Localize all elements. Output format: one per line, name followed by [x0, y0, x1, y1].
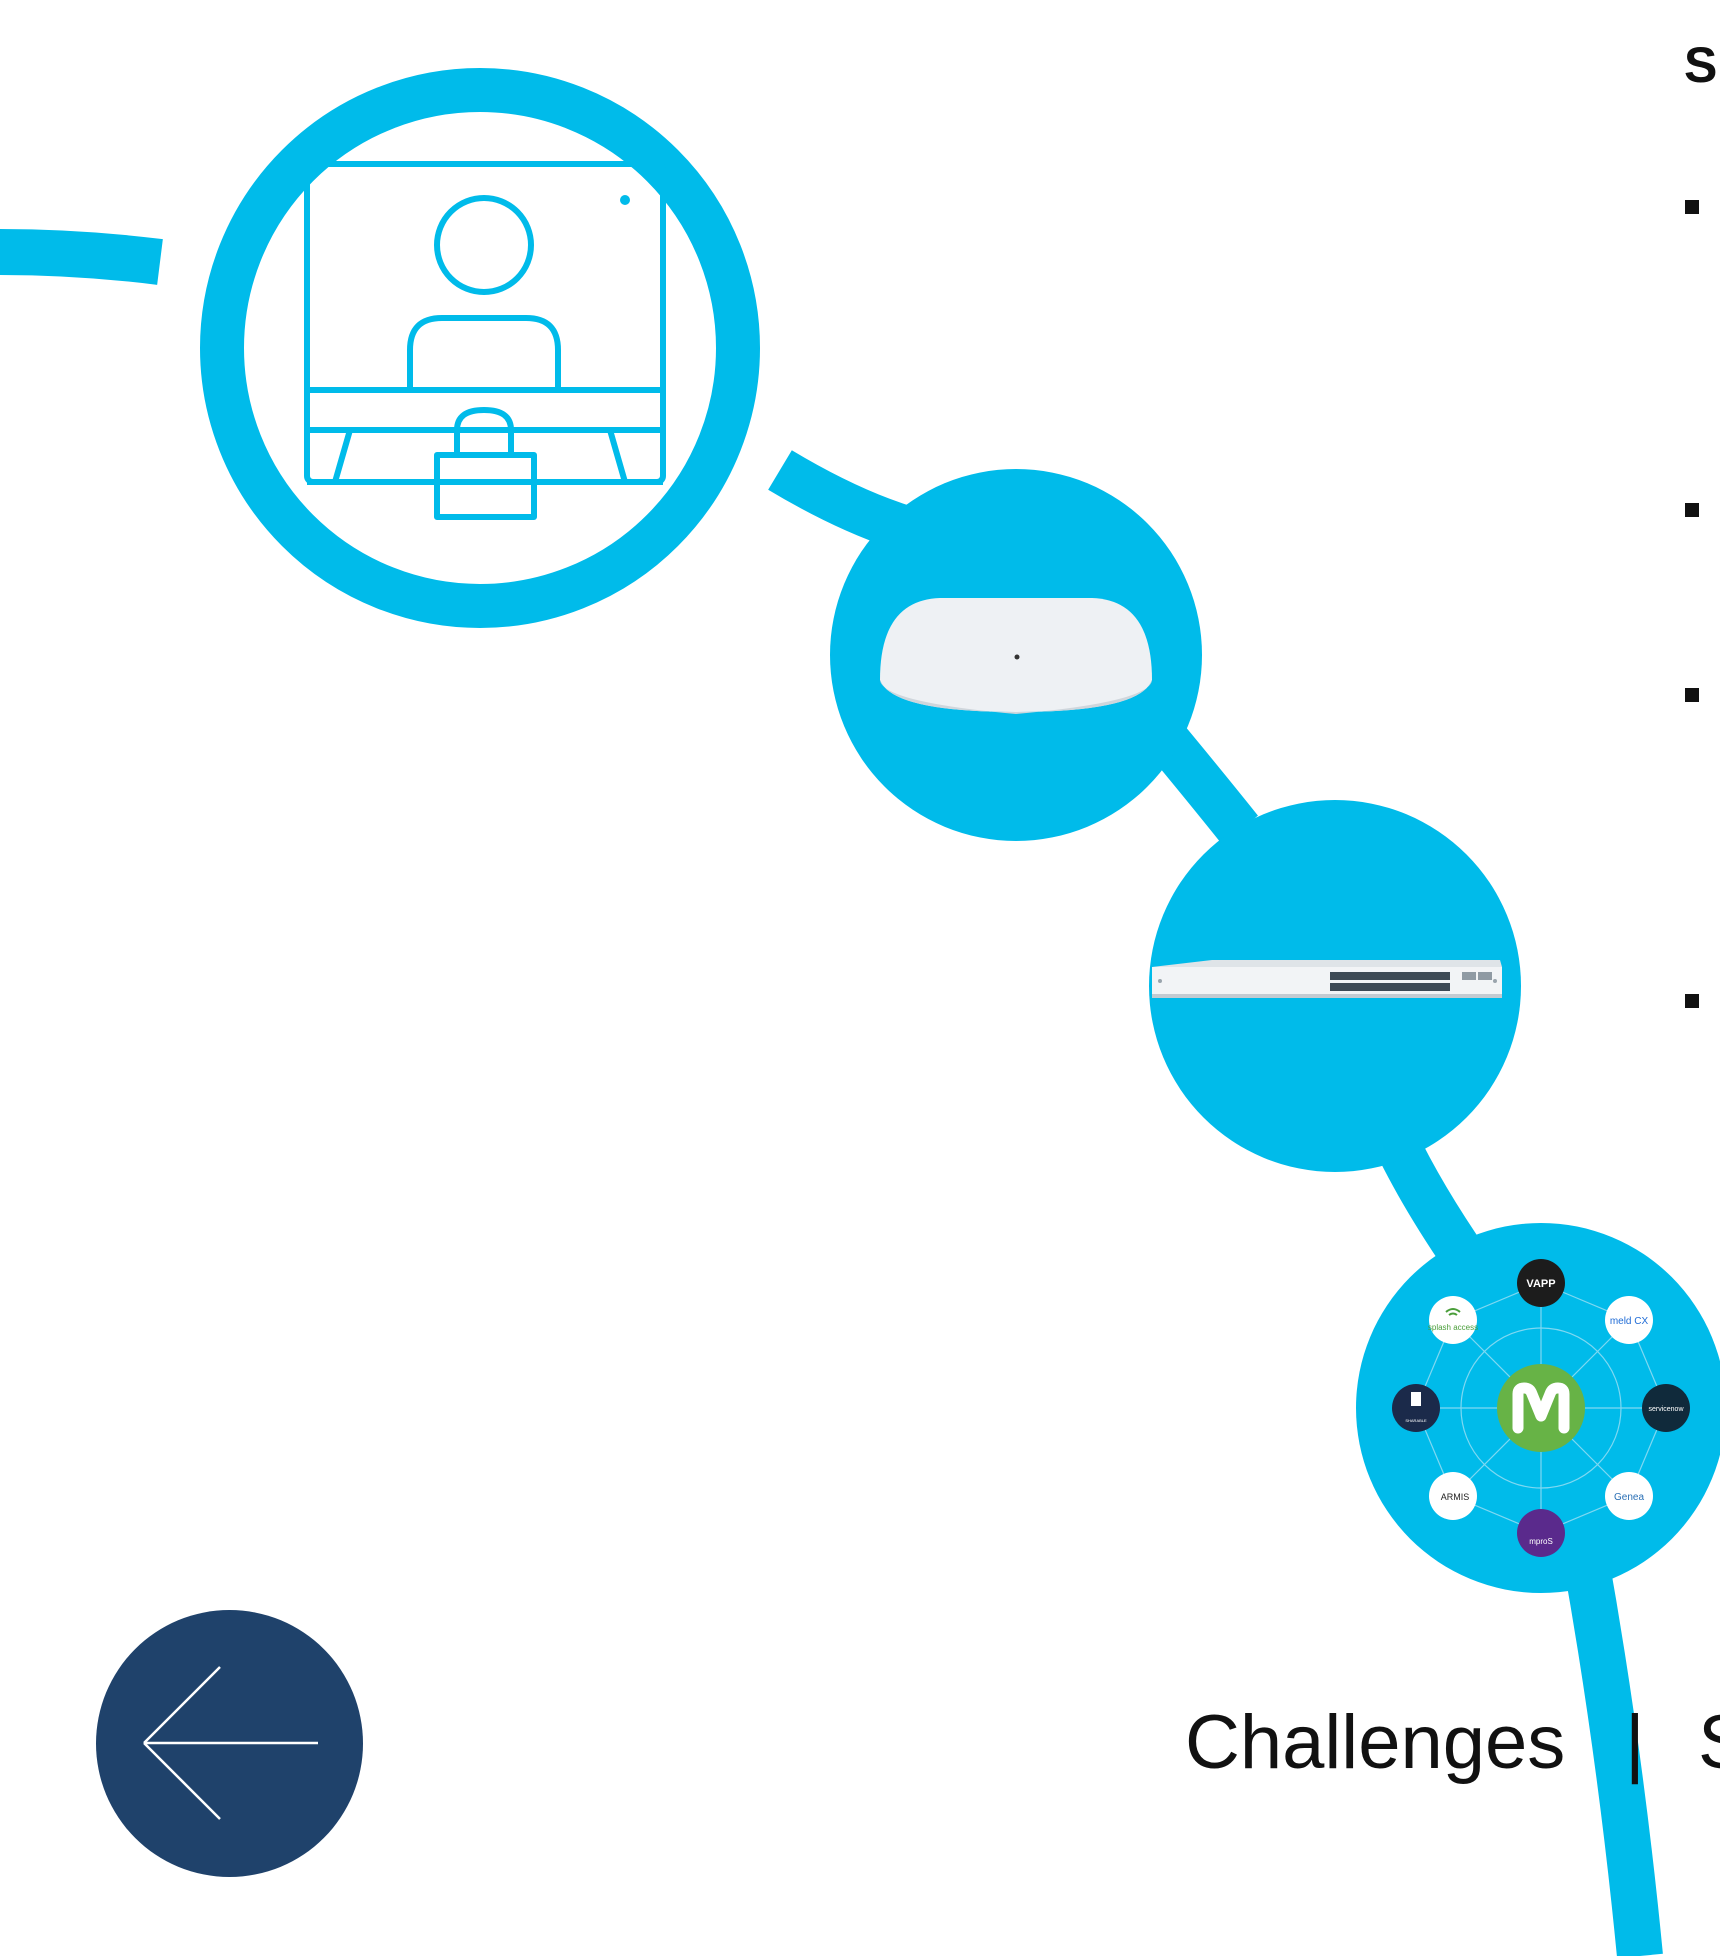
- back-button[interactable]: [96, 1610, 363, 1877]
- partner-label: VAPP: [1526, 1278, 1555, 1290]
- bullet-marker: [1685, 688, 1699, 702]
- partner-label: Genea: [1614, 1492, 1644, 1503]
- partner-label: meld CX: [1610, 1316, 1649, 1327]
- partner-label: mproS: [1529, 1537, 1553, 1546]
- partner-badge-meldcx: meld CX: [1605, 1296, 1653, 1344]
- nav-separator: |: [1625, 1700, 1645, 1785]
- partner-badge-genea: Genea: [1605, 1472, 1653, 1520]
- partner-badge-sharable: SHARABLE: [1392, 1384, 1440, 1432]
- partner-label: ARMIS: [1441, 1492, 1470, 1502]
- bullet-marker: [1685, 200, 1699, 214]
- partner-badge-armis: ARMIS: [1429, 1472, 1477, 1520]
- partner-label: splash access: [1428, 1323, 1478, 1332]
- partner-label: SHARABLE: [1405, 1418, 1427, 1423]
- wireless-access-point-node: [830, 469, 1202, 841]
- bullet-marker: [1685, 503, 1699, 517]
- partner-badge-mpros: mproS: [1517, 1509, 1565, 1557]
- network-switch-icon: [1152, 960, 1502, 998]
- partner-label: servicenow: [1648, 1406, 1684, 1413]
- wireless-access-point-icon: [880, 598, 1152, 714]
- arrow-left-icon: [143, 1666, 318, 1820]
- section-heading: S: [1684, 37, 1718, 93]
- nav-challenges-link[interactable]: Challenges: [1185, 1705, 1565, 1781]
- bullet-marker: [1685, 994, 1699, 1008]
- secure-remote-worker-node: [200, 68, 760, 628]
- partner-badge-vapp: VAPP: [1517, 1259, 1565, 1307]
- partner-badge-servicenow: servicenow: [1642, 1384, 1690, 1432]
- network-switch-node: [1149, 800, 1521, 1172]
- nav-next-link[interactable]: S: [1698, 1705, 1720, 1781]
